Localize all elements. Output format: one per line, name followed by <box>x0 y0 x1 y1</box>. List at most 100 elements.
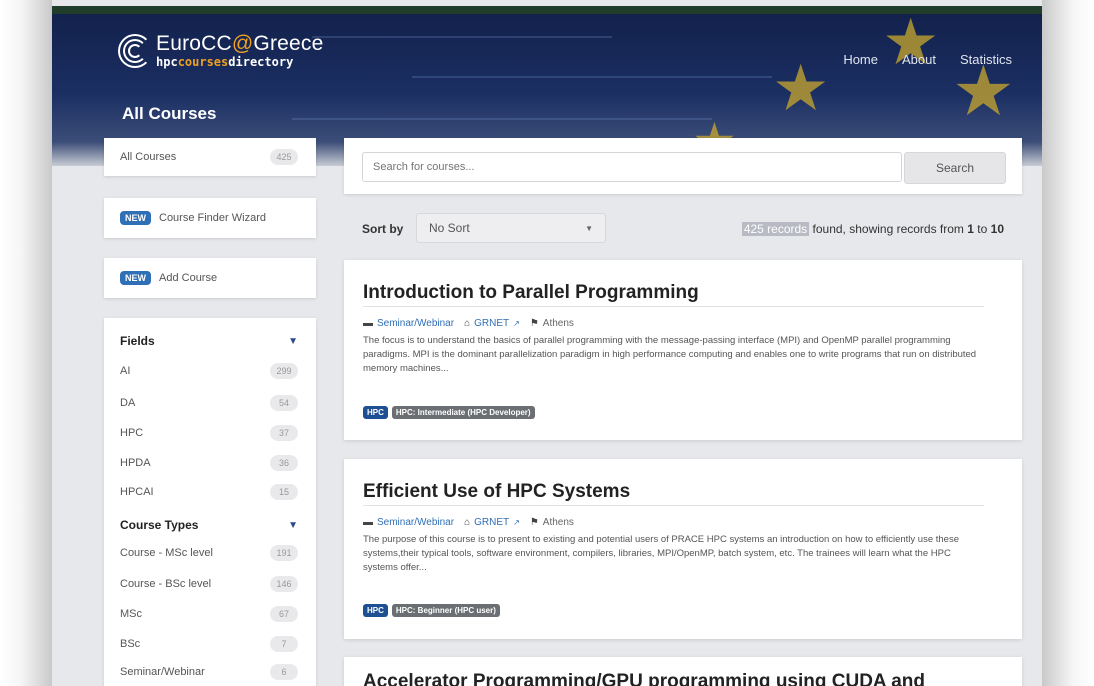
course-meta: ▬ Seminar/Webinar ⌂ GRNET ↗ ⚑ Athens <box>363 517 574 528</box>
course-tags: HPC HPC: Intermediate (HPC Developer) <box>363 406 535 419</box>
records-text: found, showing records from <box>809 222 968 236</box>
records-from: 1 <box>967 222 974 236</box>
course-card: Introduction to Parallel Programming ▬ S… <box>344 260 1022 440</box>
external-link-icon[interactable]: ↗ <box>513 518 520 527</box>
count-badge: 36 <box>270 455 298 471</box>
course-location: Athens <box>542 318 574 329</box>
page-edge-left <box>0 0 52 686</box>
folder-icon: ▬ <box>363 318 373 329</box>
course-meta: ▬ Seminar/Webinar ⌂ GRNET ↗ ⚑ Athens <box>363 318 574 329</box>
chevron-down-icon: ▼ <box>585 223 593 233</box>
divider <box>363 505 984 506</box>
logo[interactable]: EuroCC@Greece hpccoursesdirectory <box>118 32 324 69</box>
records-count: 425 records <box>741 222 810 236</box>
course-title[interactable]: Efficient Use of HPC Systems <box>363 481 630 503</box>
logo-subtitle: hpccoursesdirectory <box>156 55 294 69</box>
location-icon: ⚑ <box>529 517 539 528</box>
star-decor: ★ <box>772 52 830 124</box>
course-title[interactable]: Introduction to Parallel Programming <box>363 282 699 304</box>
logo-title: EuroCC@Greece <box>156 32 324 55</box>
folder-icon: ▬ <box>363 517 373 528</box>
records-summary: 425 records found, showing records from … <box>741 222 1004 236</box>
search-input[interactable] <box>362 152 902 182</box>
filter-label: HPDA <box>120 457 151 469</box>
filter-label: HPC <box>120 427 144 439</box>
filter-label: HPCAI <box>120 486 154 498</box>
field-filter-hpcai[interactable]: HPCAI 15 <box>104 481 316 503</box>
filter-icon[interactable]: ▼ <box>288 520 298 531</box>
filters-panel: Fields ▼ AI 299 DA 54 HPC 37 HPDA 36 HPC… <box>104 318 316 686</box>
logo-mark-icon <box>118 33 152 68</box>
location-icon: ⚑ <box>529 318 539 329</box>
sort-value: No Sort <box>429 221 470 235</box>
nav-statistics[interactable]: Statistics <box>960 52 1012 67</box>
course-location: Athens <box>542 517 574 528</box>
filter-label: Course - MSc level <box>120 547 213 559</box>
count-badge: 146 <box>270 576 298 592</box>
decor-streak <box>312 36 612 38</box>
new-badge: NEW <box>120 271 151 285</box>
nav-home[interactable]: Home <box>843 52 878 67</box>
page-title: All Courses <box>122 104 217 123</box>
course-finder-label: Course Finder Wizard <box>159 212 266 224</box>
decor-streak <box>292 118 712 120</box>
institution-icon: ⌂ <box>464 517 471 528</box>
field-tag[interactable]: HPC <box>363 604 388 617</box>
course-type[interactable]: Seminar/Webinar <box>377 318 454 329</box>
count-badge: 54 <box>270 395 298 411</box>
type-filter-msc[interactable]: MSc 67 <box>104 603 316 625</box>
course-description: The focus is to understand the basics of… <box>363 335 977 374</box>
course-org[interactable]: GRNET <box>474 318 509 329</box>
course-tags: HPC HPC: Beginner (HPC user) <box>363 604 500 617</box>
course-org[interactable]: GRNET <box>474 517 509 528</box>
level-tag[interactable]: HPC: Intermediate (HPC Developer) <box>391 406 535 419</box>
count-badge: 15 <box>270 484 298 500</box>
count-badge: 6 <box>270 664 298 680</box>
course-type[interactable]: Seminar/Webinar <box>377 517 454 528</box>
level-tag[interactable]: HPC: Beginner (HPC user) <box>391 604 500 617</box>
sort-label: Sort by <box>362 222 404 236</box>
field-tag[interactable]: HPC <box>363 406 388 419</box>
field-filter-hpc[interactable]: HPC 37 <box>104 422 316 444</box>
main-nav: Home About Statistics <box>843 52 1012 67</box>
course-types-heading: Course Types <box>120 518 199 532</box>
institution-icon: ⌂ <box>464 318 471 329</box>
add-course-label: Add Course <box>159 272 218 284</box>
filter-label: AI <box>120 365 131 377</box>
all-courses-label: All Courses <box>120 151 177 163</box>
new-badge: NEW <box>120 211 151 225</box>
filter-icon[interactable]: ▼ <box>288 336 298 347</box>
count-badge: 299 <box>270 363 298 379</box>
filter-label: MSc <box>120 608 142 620</box>
records-to: 10 <box>990 222 1004 236</box>
divider <box>363 306 984 307</box>
type-filter-msc-course[interactable]: Course - MSc level 191 <box>104 542 316 564</box>
filter-label: DA <box>120 397 136 409</box>
all-courses-filter[interactable]: All Courses 425 <box>104 138 316 176</box>
page-edge-right <box>1042 0 1094 686</box>
nav-about[interactable]: About <box>902 52 936 67</box>
sort-select[interactable]: No Sort ▼ <box>416 213 606 243</box>
count-badge: 425 <box>270 149 298 165</box>
page: ★ ★ ★ ★ EuroCC@Greece hpccoursesdirector… <box>52 0 1042 686</box>
external-link-icon[interactable]: ↗ <box>513 319 520 328</box>
field-filter-hpda[interactable]: HPDA 36 <box>104 452 316 474</box>
add-course-link[interactable]: NEW Add Course <box>104 258 316 298</box>
count-badge: 37 <box>270 425 298 441</box>
fields-heading: Fields <box>120 334 155 348</box>
field-filter-ai[interactable]: AI 299 <box>104 360 316 382</box>
field-filter-da[interactable]: DA 54 <box>104 392 316 414</box>
count-badge: 191 <box>270 545 298 561</box>
decor-streak <box>412 76 772 78</box>
type-filter-bsc-course[interactable]: Course - BSc level 146 <box>104 573 316 595</box>
filter-label: BSc <box>120 638 141 650</box>
type-filter-bsc[interactable]: BSc 7 <box>104 633 316 655</box>
type-filter-seminar[interactable]: Seminar/Webinar 6 <box>104 661 316 683</box>
filter-label: Seminar/Webinar <box>120 666 205 678</box>
search-button[interactable]: Search <box>904 152 1006 184</box>
course-finder-wizard-link[interactable]: NEW Course Finder Wizard <box>104 198 316 238</box>
count-badge: 67 <box>270 606 298 622</box>
logo-text: EuroCC@Greece hpccoursesdirectory <box>156 32 324 69</box>
filter-label: Course - BSc level <box>120 578 212 590</box>
course-title[interactable]: Accelerator Programming/GPU programming … <box>363 671 925 686</box>
